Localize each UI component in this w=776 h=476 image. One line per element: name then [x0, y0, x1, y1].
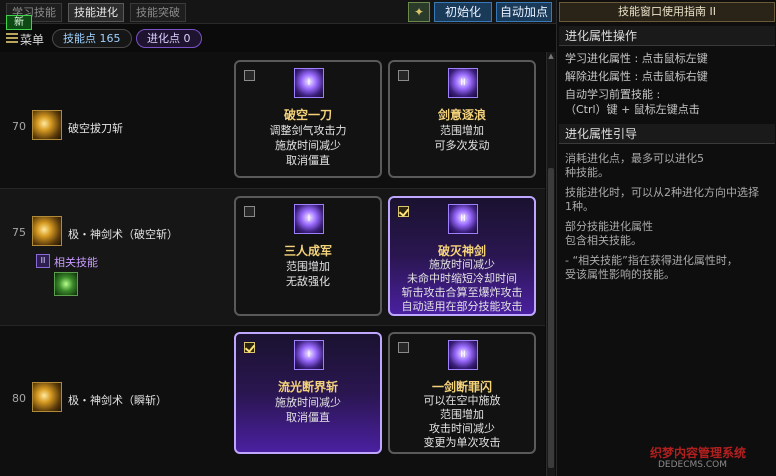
new-badge: 新 — [6, 15, 32, 30]
evolution-effect: 范围增加 — [440, 124, 484, 137]
skill-level: 70 — [12, 120, 26, 133]
evolution-effect: 范围增加 — [286, 260, 330, 273]
menu-icon[interactable] — [6, 33, 18, 43]
auto-allocate-button[interactable]: 自动加点 — [496, 2, 552, 22]
evolution-checkbox[interactable] — [244, 70, 255, 81]
evolution-effect: 施放时间减少 — [275, 396, 341, 409]
guide-text: 受该属性影响的技能。 — [565, 268, 675, 281]
guide-text: 包含相关技能。 — [565, 234, 642, 247]
evolution-badge-icon: II — [448, 68, 478, 98]
skill-level: 80 — [12, 392, 26, 405]
skill-points-display: 技能点 165 — [52, 29, 132, 48]
skill-sword-icon[interactable] — [32, 382, 62, 412]
evolution-badge-icon: II — [448, 204, 478, 234]
init-button[interactable]: 初始化 — [434, 2, 492, 22]
guide-text: 1种。 — [565, 200, 594, 213]
evolution-card-selected[interactable]: II 破灭神剑 施放时间减少 未命中时缩短冷却时间 斩击攻击合算至爆炸攻击 自动… — [388, 196, 536, 316]
evolution-title: 流光断界斩 — [277, 380, 338, 394]
evolution-effect: 取消僵直 — [286, 411, 330, 424]
scrollbar[interactable]: ▲ — [546, 52, 555, 476]
guide-text: 技能进化时，可以从2种进化方向中选择 — [565, 186, 759, 199]
skill-shortcut-icon[interactable]: ✦ — [408, 2, 430, 22]
skill-name: 极・神剑术（瞬斩） — [68, 394, 167, 407]
watermark-subtext: DEDECMS.COM — [658, 460, 727, 470]
evolution-badge-icon: I — [294, 340, 324, 370]
section-heading: 进化属性引导 — [559, 124, 775, 144]
top-tab-bar: 学习技能 技能进化 技能突破 ✦ 初始化 自动加点 — [0, 0, 556, 24]
guide-panel: 技能窗口使用指南 II 进化属性操作 学习进化属性 : 点击鼠标左键 解除进化属… — [556, 0, 776, 476]
watermark-text: 织梦内容管理系统 — [650, 446, 747, 460]
tab-skill-breakthrough[interactable]: 技能突破 — [130, 3, 186, 22]
guide-text: 解除进化属性 : 点击鼠标右键 — [565, 70, 708, 83]
tab-skill-evolution[interactable]: 技能进化 — [68, 3, 124, 22]
evolution-effect: 自动适用在部分技能攻击 — [401, 300, 523, 313]
evolution-title: 剑意逐浪 — [437, 108, 486, 122]
guide-title: 技能窗口使用指南 II — [559, 2, 775, 22]
skill-name: 破空拔刀斩 — [68, 122, 123, 135]
evolution-card[interactable]: I 破空一刀 调整剑气攻击力 施放时间减少 取消僵直 — [234, 60, 382, 178]
evolution-title: 破空一刀 — [283, 108, 332, 122]
skill-slash-icon[interactable] — [32, 110, 62, 140]
section-heading: 进化属性操作 — [559, 26, 775, 46]
evolution-card[interactable]: I 三人成军 范围增加 无敌强化 — [234, 196, 382, 316]
evolution-effect: 可多次发动 — [434, 139, 490, 152]
guide-text: 学习进化属性 : 点击鼠标左键 — [565, 52, 708, 65]
guide-text: 种技能。 — [565, 166, 609, 179]
skill-level: 75 — [12, 226, 26, 239]
evolution-card-selected[interactable]: I 流光断界斩 施放时间减少 取消僵直 — [234, 332, 382, 454]
evolution-card[interactable]: II 一剑断罪闪 可以在空中施放 范围增加 攻击时间减少 变更为单次攻击 — [388, 332, 536, 454]
evolution-effect: 无敌强化 — [286, 275, 330, 288]
evolution-checkbox-checked[interactable] — [398, 206, 409, 217]
evolution-points-display: 进化点 0 — [136, 29, 202, 48]
scroll-up-icon[interactable]: ▲ — [547, 52, 555, 60]
skill-name: 极・神剑术（破空斩） — [68, 228, 178, 241]
evolution-effect: 调整剑气攻击力 — [269, 124, 347, 137]
related-skill-icon: II — [36, 254, 50, 268]
guide-text: 自动学习前置技能 : — [565, 88, 661, 101]
evolution-effect: 施放时间减少 — [275, 139, 341, 152]
guide-text: （Ctrl）键 + 鼠标左键点击 — [565, 103, 700, 116]
evolution-title: 三人成军 — [283, 244, 332, 258]
evolution-effect: 变更为单次攻击 — [423, 436, 501, 449]
scroll-thumb[interactable] — [548, 168, 554, 468]
menu-label[interactable]: 菜单 — [20, 31, 44, 48]
evolution-checkbox[interactable] — [398, 342, 409, 353]
evolution-checkbox[interactable] — [244, 206, 255, 217]
related-skill-thumb-icon[interactable] — [54, 272, 78, 296]
evolution-checkbox-checked[interactable] — [244, 342, 255, 353]
skill-slash-icon[interactable] — [32, 216, 62, 246]
evolution-effect: 取消僵直 — [286, 154, 330, 167]
related-skill-label: 相关技能 — [54, 256, 98, 269]
evolution-checkbox[interactable] — [398, 70, 409, 81]
evolution-card[interactable]: II 剑意逐浪 范围增加 可多次发动 — [388, 60, 536, 178]
evolution-badge-icon: I — [294, 204, 324, 234]
evolution-badge-icon: I — [294, 68, 324, 98]
evolution-badge-icon: II — [448, 340, 478, 370]
points-bar: 菜单 技能点 165 进化点 0 — [0, 28, 556, 50]
